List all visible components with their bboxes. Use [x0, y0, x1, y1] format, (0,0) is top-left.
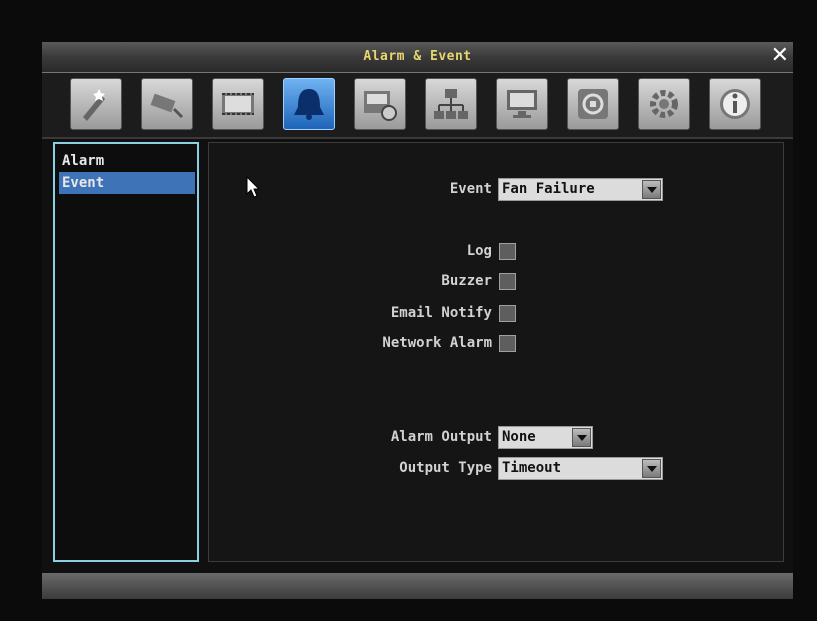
- record-icon[interactable]: [212, 78, 264, 130]
- menu-toolbar: [42, 73, 793, 139]
- chevron-down-icon: [642, 180, 661, 199]
- chevron-down-icon: [572, 428, 591, 447]
- info-icon[interactable]: [709, 78, 761, 130]
- sidebar-item-alarm[interactable]: Alarm: [59, 150, 195, 172]
- log-checkbox[interactable]: [499, 243, 516, 260]
- category-list: Alarm Event: [53, 142, 199, 562]
- chevron-down-icon: [642, 459, 661, 478]
- window-title: Alarm & Event: [363, 49, 472, 64]
- alarm-event-window: Alarm & Event ✕ Alarm Event Event Fan Fa…: [42, 42, 793, 599]
- mouse-pointer-icon: [246, 176, 261, 198]
- schedule-icon[interactable]: [354, 78, 406, 130]
- event-select-value: Fan Failure: [502, 181, 595, 197]
- alarm-output-label: Alarm Output: [390, 429, 492, 445]
- quick-setup-icon[interactable]: [70, 78, 122, 130]
- system-gear-icon[interactable]: [638, 78, 690, 130]
- event-select[interactable]: Fan Failure: [498, 178, 663, 201]
- alarm-output-value: None: [502, 429, 536, 445]
- camera-icon[interactable]: [141, 78, 193, 130]
- backup-icon[interactable]: [567, 78, 619, 130]
- alarm-bell-icon[interactable]: [283, 78, 335, 130]
- event-settings-panel: Event Fan Failure Log Buzzer Email Notif…: [208, 142, 784, 562]
- status-bar: [42, 573, 793, 599]
- buzzer-checkbox[interactable]: [499, 273, 516, 290]
- output-type-label: Output Type: [399, 460, 492, 476]
- network-icon[interactable]: [425, 78, 477, 130]
- sidebar-item-event[interactable]: Event: [59, 172, 195, 194]
- title-bar: Alarm & Event ✕: [42, 42, 793, 73]
- display-icon[interactable]: [496, 78, 548, 130]
- output-type-select[interactable]: Timeout: [498, 457, 663, 480]
- email-notify-label: Email Notify: [390, 305, 492, 321]
- event-label: Event: [449, 181, 492, 197]
- buzzer-label: Buzzer: [441, 273, 492, 289]
- email-notify-checkbox[interactable]: [499, 305, 516, 322]
- output-type-value: Timeout: [502, 460, 562, 476]
- log-label: Log: [466, 243, 492, 259]
- close-icon[interactable]: ✕: [771, 44, 789, 68]
- network-alarm-checkbox[interactable]: [499, 335, 516, 352]
- alarm-output-select[interactable]: None: [498, 426, 593, 449]
- network-alarm-label: Network Alarm: [382, 335, 492, 351]
